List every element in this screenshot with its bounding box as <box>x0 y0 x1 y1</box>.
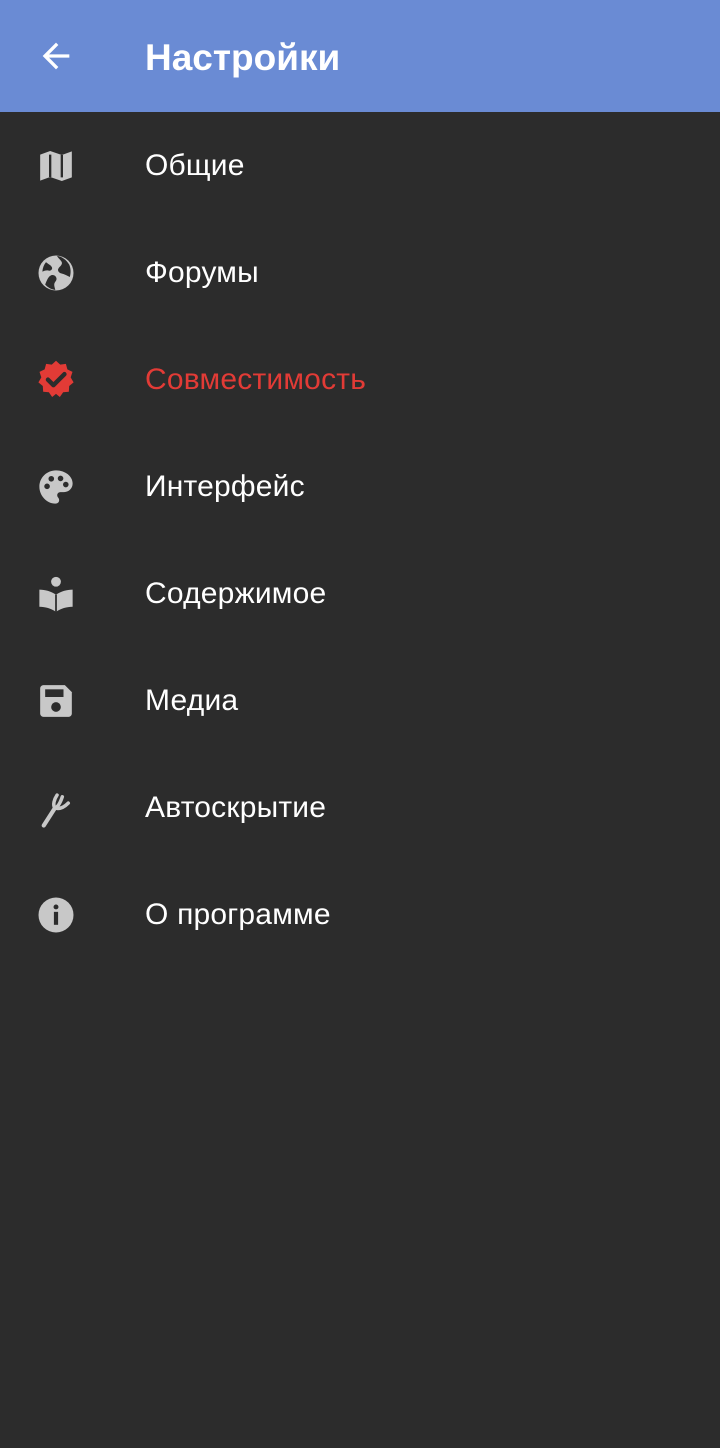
menu-item-media[interactable]: Медиа <box>0 647 720 754</box>
globe-icon <box>34 251 78 295</box>
settings-menu: Общие Форумы Совместимость Интерфейс Сод… <box>0 112 720 968</box>
settings-screen: Настройки Общие Форумы Совместимость Инт… <box>0 0 720 1448</box>
menu-item-label: Медиа <box>145 683 239 717</box>
reader-book-icon <box>34 572 78 616</box>
arrow-back-icon <box>42 42 70 70</box>
page-title: Настройки <box>145 37 341 78</box>
verified-badge-icon <box>34 358 78 402</box>
menu-item-general[interactable]: Общие <box>0 112 720 219</box>
floppy-disk-icon <box>34 679 78 723</box>
info-icon <box>34 893 78 937</box>
menu-item-label: Совместимость <box>145 362 367 396</box>
menu-item-forums[interactable]: Форумы <box>0 219 720 326</box>
menu-item-label: Автоскрытие <box>145 790 327 824</box>
menu-item-label: Общие <box>145 148 245 182</box>
app-toolbar: Настройки <box>0 0 720 112</box>
palette-icon <box>34 465 78 509</box>
menu-item-label: Содержимое <box>145 576 327 610</box>
menu-item-about[interactable]: О программе <box>0 861 720 968</box>
map-icon <box>34 144 78 188</box>
fork-icon <box>34 786 78 830</box>
menu-item-content[interactable]: Содержимое <box>0 540 720 647</box>
menu-item-label: О программе <box>145 897 331 931</box>
menu-item-label: Интерфейс <box>145 469 305 503</box>
menu-item-compatibility[interactable]: Совместимость <box>0 326 720 433</box>
menu-item-autohide[interactable]: Автоскрытие <box>0 754 720 861</box>
back-button[interactable] <box>20 20 92 92</box>
menu-item-interface[interactable]: Интерфейс <box>0 433 720 540</box>
menu-item-label: Форумы <box>145 255 259 289</box>
